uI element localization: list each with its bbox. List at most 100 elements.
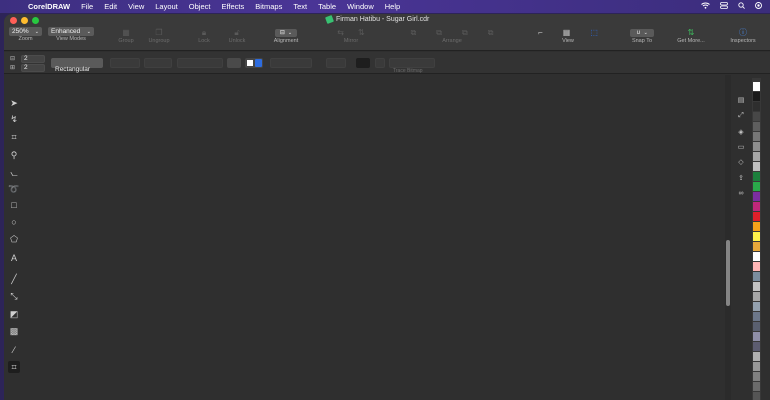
artistic-media-tool-icon[interactable]: ➰ — [8, 183, 20, 195]
menu-table[interactable]: Table — [318, 2, 336, 11]
connector-tool-icon[interactable]: ⤡ — [8, 290, 20, 302]
ungroup-button[interactable]: ❐ Ungroup — [144, 27, 174, 44]
palette-swatch[interactable] — [753, 212, 760, 221]
palette-swatch[interactable] — [753, 312, 760, 321]
menu-text[interactable]: Text — [293, 2, 307, 11]
palette-swatch[interactable] — [753, 332, 760, 341]
crop-tool-icon[interactable]: ⌗ — [8, 131, 20, 143]
zoom-dropdown[interactable]: 250% ⌄ — [9, 27, 42, 36]
palette-swatch[interactable] — [753, 352, 760, 361]
mirror-horizontal-icon[interactable]: ⇆ — [337, 28, 344, 37]
export-icon[interactable]: ⇪ — [736, 173, 746, 183]
mode-buttons[interactable] — [110, 58, 140, 68]
palette-swatch[interactable] — [753, 232, 760, 241]
get-more-button[interactable]: ⇅ Get More... — [672, 27, 710, 44]
palette-swatch[interactable] — [753, 342, 760, 351]
view-modes-dropdown[interactable]: Enhanced ⌄ — [48, 27, 94, 36]
palette-swatch[interactable] — [753, 302, 760, 311]
smoothing-field[interactable] — [177, 58, 223, 68]
palette-swatch[interactable] — [753, 202, 760, 211]
link-icon[interactable]: ∞ — [736, 188, 746, 198]
palette-swatch[interactable] — [753, 152, 760, 161]
shape-type-dropdown[interactable]: Rectangular — [51, 58, 103, 73]
back-one-icon[interactable]: ⧉ — [462, 28, 468, 38]
trash-icon[interactable]: ▤ — [736, 95, 746, 105]
search-icon[interactable] — [738, 2, 745, 11]
snap-to-dropdown[interactable]: ∪ ⌄ — [630, 28, 654, 37]
color-dropdown[interactable] — [245, 58, 263, 68]
palette-swatch[interactable] — [753, 242, 760, 251]
text-tool-icon[interactable]: A — [8, 252, 20, 264]
options-toggle-icon[interactable] — [356, 58, 370, 68]
rulers-icon[interactable]: ⌐ — [538, 28, 543, 37]
palette-swatch[interactable] — [753, 182, 760, 191]
menu-window[interactable]: Window — [347, 2, 374, 11]
zoom-window-icon[interactable] — [32, 17, 39, 24]
palette-swatch[interactable] — [753, 172, 760, 181]
menu-layout[interactable]: Layout — [155, 2, 178, 11]
menu-object[interactable]: Object — [189, 2, 211, 11]
columns-field[interactable]: 2 — [21, 64, 45, 72]
palette-swatch[interactable] — [753, 162, 760, 171]
inspectors-button[interactable]: ⓘ Inspectors — [726, 27, 760, 44]
rectangle-tool-icon[interactable]: □ — [8, 199, 20, 211]
to-back-icon[interactable]: ⧉ — [488, 28, 494, 38]
eyedropper-icon[interactable] — [227, 58, 241, 68]
trace-bitmap-button[interactable]: Trace Bitmap — [389, 58, 435, 74]
alignment-dropdown[interactable]: ⊟ ⌄ — [275, 28, 297, 37]
menu-bitmaps[interactable]: Bitmaps — [255, 2, 282, 11]
app-menu[interactable]: CorelDRAW — [28, 2, 70, 11]
shape-tool-icon[interactable]: ↯ — [8, 113, 20, 125]
palette-swatch[interactable] — [753, 82, 760, 91]
transform-icon[interactable]: ⤢ — [736, 111, 746, 121]
palette-swatch[interactable] — [753, 322, 760, 331]
menu-help[interactable]: Help — [385, 2, 400, 11]
tag-icon[interactable]: ◇ — [736, 157, 746, 167]
polygon-tool-icon[interactable]: ⬠ — [8, 233, 20, 245]
to-front-icon[interactable]: ⧉ — [411, 28, 417, 38]
ellipse-tool-icon[interactable]: ○ — [8, 216, 20, 228]
drawing-canvas[interactable] — [24, 75, 724, 400]
mirror-vertical-icon[interactable]: ⇅ — [358, 28, 365, 37]
pick-tool-icon[interactable]: ➤ — [8, 97, 20, 109]
control-center-icon[interactable] — [720, 2, 728, 11]
palette-swatch[interactable] — [753, 222, 760, 231]
palette-swatch[interactable] — [753, 122, 760, 131]
freehand-tool-icon[interactable]: ⦦ — [8, 167, 20, 179]
outline-width-field[interactable] — [270, 58, 312, 68]
palette-swatch[interactable] — [753, 382, 760, 391]
menu-file[interactable]: File — [81, 2, 93, 11]
scrollbar-thumb[interactable] — [726, 240, 730, 306]
transparency-tool-icon[interactable]: ▩ — [8, 325, 20, 337]
palette-swatch[interactable] — [753, 142, 760, 151]
guidelines-icon[interactable]: ⬚ — [590, 28, 598, 37]
menu-effects[interactable]: Effects — [221, 2, 244, 11]
palette-swatch[interactable] — [753, 262, 760, 271]
zoom-tool-icon[interactable]: ⚲ — [8, 149, 20, 161]
forward-one-icon[interactable]: ⧉ — [436, 28, 442, 38]
mesh-fill-tool-icon[interactable]: ⌗ — [8, 361, 20, 373]
palette-swatch[interactable] — [753, 92, 760, 101]
palette-swatch[interactable] — [753, 362, 760, 371]
rows-field[interactable]: 2 — [21, 55, 45, 63]
menu-edit[interactable]: Edit — [104, 2, 117, 11]
comments-icon[interactable]: ▭ — [736, 142, 746, 152]
eyedropper-tool-icon[interactable]: ⁄ — [8, 344, 20, 356]
palette-swatch[interactable] — [753, 102, 760, 111]
minimize-window-icon[interactable] — [21, 17, 28, 24]
palette-swatch[interactable] — [753, 392, 760, 400]
siri-icon[interactable] — [755, 2, 762, 11]
palette-swatch[interactable] — [753, 132, 760, 141]
threshold-field[interactable] — [144, 58, 172, 68]
group-button[interactable]: ▦ Group — [112, 27, 140, 44]
corner-field[interactable] — [326, 58, 346, 68]
palette-swatch[interactable] — [753, 272, 760, 281]
small-toggle[interactable] — [375, 58, 385, 68]
palette-swatch[interactable] — [753, 112, 760, 121]
drop-shadow-tool-icon[interactable]: ◩ — [8, 308, 20, 320]
palette-swatch[interactable] — [753, 252, 760, 261]
palette-swatch[interactable] — [753, 292, 760, 301]
grid-icon[interactable]: ▦ — [563, 28, 571, 37]
palette-swatch[interactable] — [753, 282, 760, 291]
wifi-icon[interactable] — [701, 2, 710, 11]
